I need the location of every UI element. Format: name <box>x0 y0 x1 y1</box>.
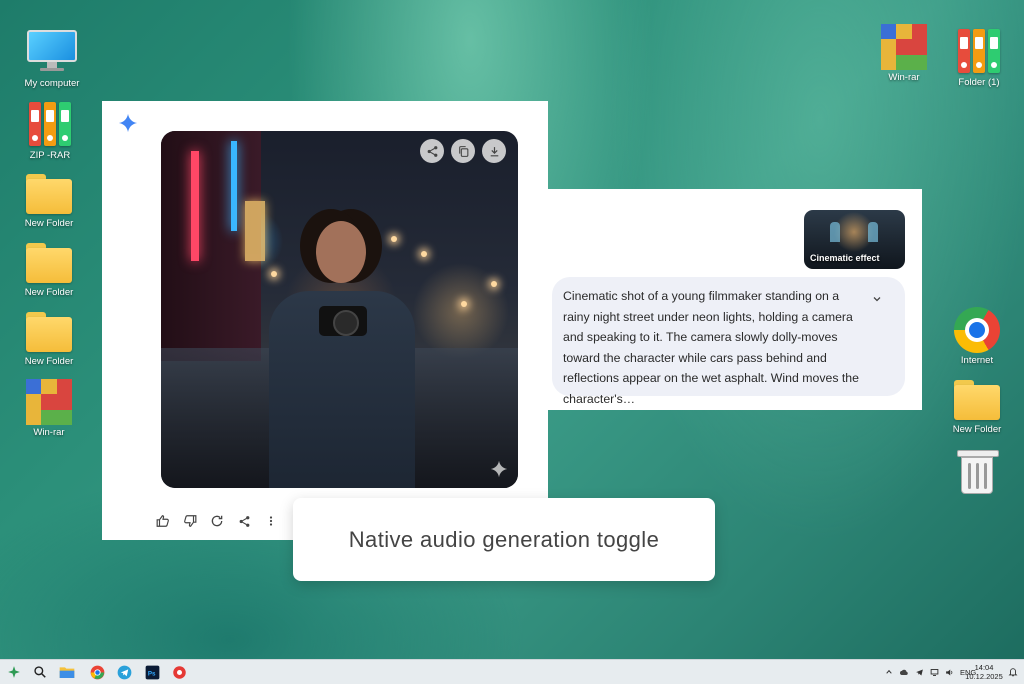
system-tray: ENG <box>885 660 976 684</box>
share-image-button[interactable] <box>420 139 444 163</box>
folder-icon <box>24 308 74 354</box>
download-icon <box>490 146 498 156</box>
thumbnail-label: Cinematic effect <box>810 253 880 263</box>
taskbar-app[interactable] <box>170 663 188 681</box>
clock-date: 10.12.2025 <box>965 672 1003 681</box>
start-button[interactable] <box>5 663 23 681</box>
taskbar-photoshop[interactable]: Ps <box>143 663 161 681</box>
copy-image-button[interactable] <box>451 139 475 163</box>
taskbar-telegram[interactable] <box>115 663 133 681</box>
thumbs-down-button[interactable] <box>181 512 199 530</box>
desktop-icon-label: New Folder <box>24 356 74 367</box>
regenerate-icon <box>211 515 223 527</box>
thumbs-up-button[interactable] <box>154 512 172 530</box>
taskbar-chrome[interactable] <box>88 663 106 681</box>
folder-icon <box>952 376 1002 422</box>
share-icon <box>427 145 437 157</box>
desktop-icon-folder-1[interactable]: Folder (1) <box>944 29 1014 88</box>
onedrive-icon[interactable] <box>899 668 909 677</box>
desktop-icon-new-folder-2[interactable]: New Folder <box>14 239 84 298</box>
generated-image[interactable] <box>161 131 518 488</box>
desktop-icon-new-folder-3[interactable]: New Folder <box>14 308 84 367</box>
thumbs-down-icon <box>184 515 197 527</box>
start-icon <box>8 666 20 678</box>
desktop-icon-new-folder-1[interactable]: New Folder <box>14 170 84 229</box>
chevron-down-icon[interactable] <box>871 293 883 305</box>
taskbar: Ps ENG 14:04 10.12.2025 <box>0 659 1024 684</box>
recycle-bin-icon <box>952 448 1002 494</box>
notifications-button[interactable] <box>1004 663 1022 681</box>
computer-icon <box>27 30 77 76</box>
file-explorer-icon <box>59 667 75 678</box>
more-options-button[interactable] <box>262 512 280 530</box>
desktop-icon-label: Win-rar <box>33 427 65 438</box>
thumbs-up-icon <box>156 515 169 527</box>
taskbar-search-button[interactable] <box>31 663 49 681</box>
desktop-icon-label: Folder (1) <box>958 77 1000 88</box>
telegram-icon <box>117 665 131 679</box>
prompt-text: Cinematic shot of a young filmmaker stan… <box>563 289 859 406</box>
search-icon <box>34 666 46 678</box>
desktop-icon-label: New Folder <box>24 287 74 298</box>
network-icon[interactable] <box>930 668 939 677</box>
desktop-icon-win-rar[interactable]: Win-rar <box>14 379 84 438</box>
binders-icon <box>25 102 75 148</box>
desktop-icon-my-computer[interactable]: My computer <box>17 30 87 89</box>
feature-caption: Native audio generation toggle <box>293 498 715 581</box>
spark-watermark-icon <box>490 460 508 478</box>
telegram-tray-icon[interactable] <box>915 668 924 677</box>
binders-icon <box>954 29 1004 75</box>
volume-icon[interactable] <box>945 668 954 677</box>
photoshop-icon: Ps <box>145 665 159 679</box>
chrome-icon <box>90 665 104 679</box>
desktop-icon-label: Win-rar <box>888 72 920 83</box>
desktop-icon-win-rar-right[interactable]: Win-rar <box>869 24 939 83</box>
winrar-icon <box>879 24 929 70</box>
winrar-icon <box>24 379 74 425</box>
cinematic-effect-thumbnail[interactable]: Cinematic effect <box>804 210 905 269</box>
folder-icon <box>24 239 74 285</box>
caption-text: Native audio generation toggle <box>348 526 660 552</box>
response-actions <box>154 512 280 530</box>
desktop-icon-internet[interactable]: Internet <box>942 307 1012 366</box>
desktop-icon-label: New Folder <box>24 218 74 229</box>
more-vert-icon <box>269 516 273 526</box>
desktop-icon-label: My computer <box>24 78 80 89</box>
chevron-up-icon[interactable] <box>885 668 893 676</box>
desktop-icon-zip-rar[interactable]: ZIP -RAR <box>15 102 85 161</box>
clock[interactable]: 14:04 10.12.2025 <box>964 663 1004 681</box>
app-icon <box>172 665 186 679</box>
gemini-spark-icon <box>118 113 138 133</box>
share-icon <box>239 515 249 527</box>
taskbar-file-explorer[interactable] <box>58 663 76 681</box>
prompt-bubble[interactable]: Cinematic shot of a young filmmaker stan… <box>552 277 905 406</box>
desktop-icon-label: Internet <box>960 355 994 366</box>
chrome-icon <box>952 307 1002 353</box>
clock-time: 14:04 <box>974 663 994 672</box>
download-image-button[interactable] <box>482 139 506 163</box>
desktop-icon-recycle-bin[interactable] <box>942 448 1012 494</box>
bell-icon <box>1008 668 1018 677</box>
gemini-response-card <box>102 101 548 540</box>
copy-icon <box>458 145 468 157</box>
desktop-icon-label: ZIP -RAR <box>29 150 71 161</box>
folder-icon <box>24 170 74 216</box>
regenerate-button[interactable] <box>208 512 226 530</box>
desktop-icon-new-folder-right[interactable]: New Folder <box>942 376 1012 435</box>
desktop-icon-label: New Folder <box>952 424 1002 435</box>
svg-text:Ps: Ps <box>147 670 155 677</box>
share-response-button[interactable] <box>235 512 253 530</box>
prompt-card: Cinematic effect Cinematic shot of a you… <box>548 189 922 410</box>
